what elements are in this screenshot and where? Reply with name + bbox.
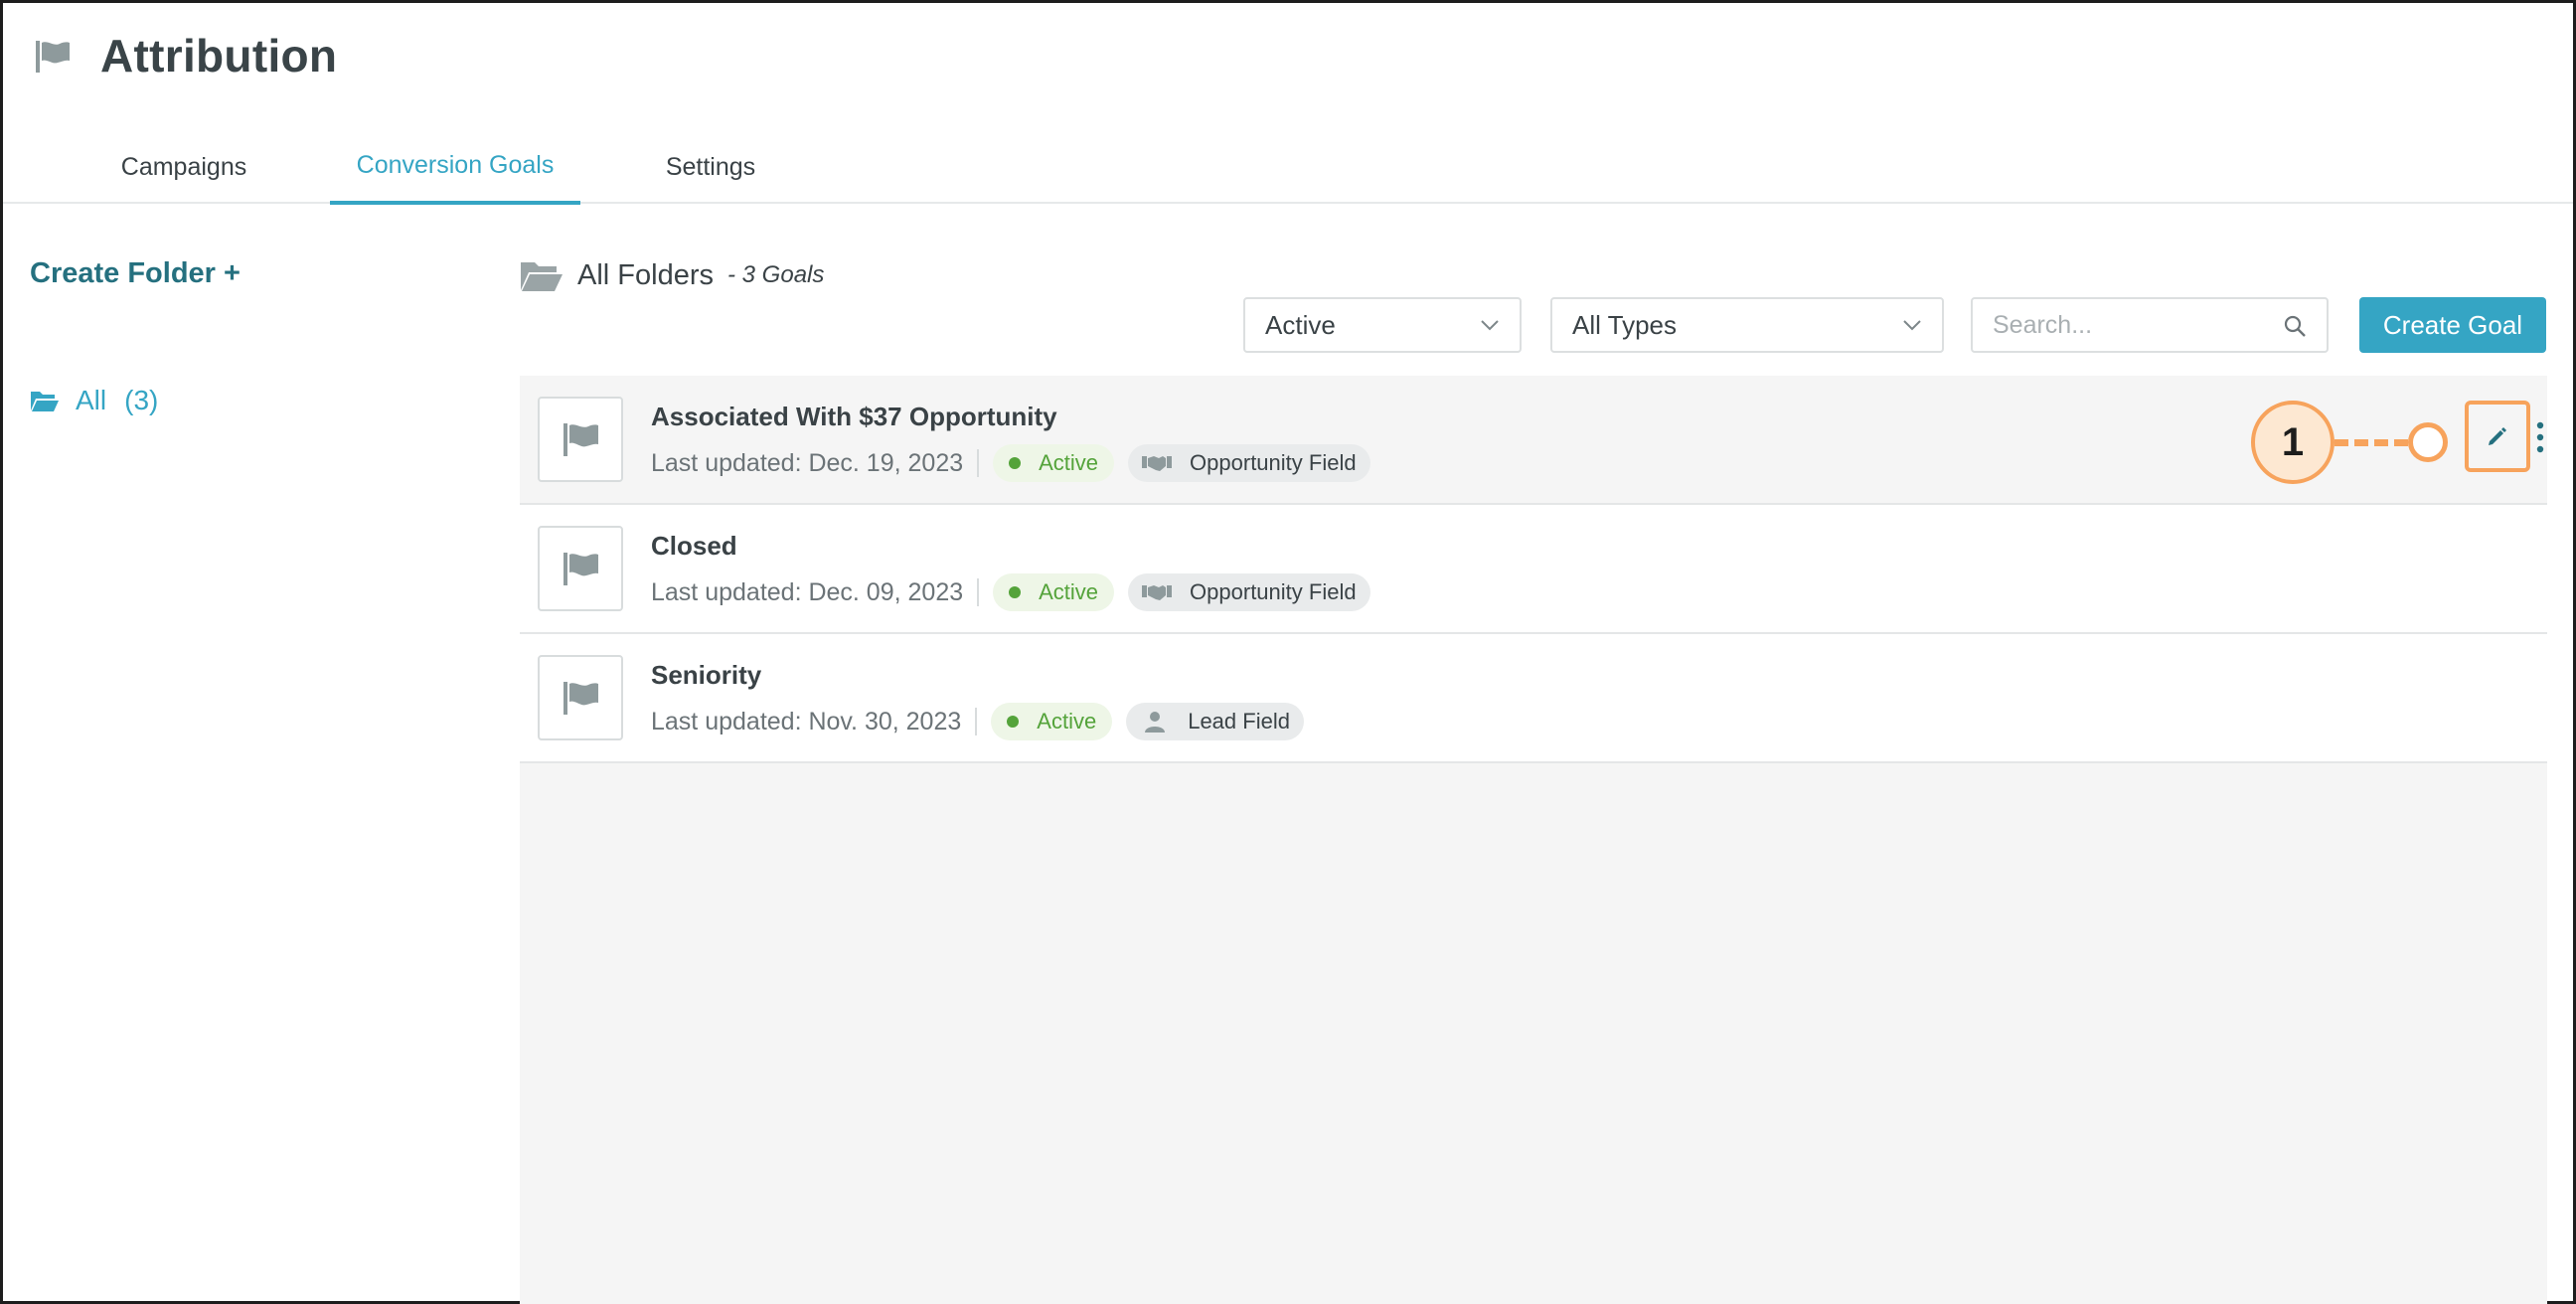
flag-icon	[564, 423, 598, 456]
status-badge: Active	[993, 444, 1115, 482]
status-badge: Active	[991, 703, 1113, 740]
callout-badge: 1	[2251, 401, 2334, 484]
page-title: Attribution	[100, 30, 338, 82]
list-item: Closed Last updated: Dec. 09, 2023 Activ…	[520, 505, 2547, 634]
goal-meta: Last updated: Nov. 30, 2023 Active Lead …	[651, 702, 1304, 741]
goal-thumbnail	[538, 655, 623, 740]
edit-button[interactable]	[2465, 401, 2530, 472]
app-frame: Attribution Campaigns Conversion Goals S…	[0, 0, 2576, 1304]
tab-bar: Campaigns Conversion Goals Settings	[3, 130, 2573, 205]
create-goal-button[interactable]: Create Goal	[2359, 297, 2546, 353]
flag-icon	[36, 41, 70, 73]
chevron-down-icon	[1481, 320, 1499, 331]
goal-thumbnail	[538, 526, 623, 611]
last-updated: Last updated: Dec. 09, 2023	[651, 578, 980, 606]
type-text: Opportunity Field	[1190, 450, 1357, 475]
sidebar-item-label: All	[76, 385, 107, 415]
goal-meta: Last updated: Dec. 19, 2023 Active Oppor…	[651, 443, 1370, 483]
search-icon[interactable]	[2283, 314, 2307, 338]
type-badge: Opportunity Field	[1128, 444, 1370, 482]
status-badge: Active	[993, 573, 1115, 611]
last-updated: Last updated: Dec. 19, 2023	[651, 449, 980, 477]
status-dot-icon	[1009, 586, 1022, 598]
folder-open-icon	[31, 392, 59, 411]
more-options-icon[interactable]	[2535, 421, 2545, 453]
goal-thumbnail	[538, 397, 623, 482]
folder-title: All Folders	[577, 258, 714, 291]
person-icon	[1145, 712, 1166, 733]
tab-settings[interactable]: Settings	[627, 130, 794, 204]
status-text: Active	[1037, 709, 1097, 734]
chevron-down-icon	[1903, 320, 1921, 331]
handshake-icon	[1142, 585, 1173, 600]
goals-count: - 3 Goals	[727, 261, 825, 288]
handshake-icon	[1142, 456, 1173, 471]
sidebar-item-all[interactable]: All (3)	[30, 383, 158, 418]
status-filter-value: Active	[1265, 309, 1336, 340]
goal-name[interactable]: Seniority	[651, 660, 761, 691]
type-text: Lead Field	[1188, 709, 1290, 734]
list-item: Seniority Last updated: Nov. 30, 2023 Ac…	[520, 634, 2547, 763]
type-badge: Opportunity Field	[1128, 573, 1370, 611]
flag-icon	[564, 682, 598, 715]
type-filter-dropdown[interactable]: All Types	[1550, 297, 1944, 353]
tab-campaigns[interactable]: Campaigns	[96, 130, 271, 204]
type-filter-value: All Types	[1572, 309, 1678, 340]
status-filter-dropdown[interactable]: Active	[1243, 297, 1522, 353]
type-text: Opportunity Field	[1190, 579, 1357, 604]
list-item: Associated With $37 Opportunity Last upd…	[520, 376, 2547, 505]
status-text: Active	[1039, 450, 1099, 475]
goals-list: Associated With $37 Opportunity Last upd…	[520, 376, 2547, 1304]
sidebar-item-count: (3)	[124, 385, 159, 415]
tab-conversion-goals[interactable]: Conversion Goals	[330, 130, 580, 205]
goal-meta: Last updated: Dec. 09, 2023 Active Oppor…	[651, 572, 1370, 612]
last-updated: Last updated: Nov. 30, 2023	[651, 708, 978, 735]
status-dot-icon	[1009, 457, 1022, 469]
content-header: All Folders - 3 Goals	[520, 255, 824, 295]
type-badge: Lead Field	[1126, 703, 1304, 740]
pencil-icon	[2489, 427, 2506, 445]
status-text: Active	[1039, 579, 1099, 604]
goal-name[interactable]: Associated With $37 Opportunity	[651, 402, 1057, 432]
callout-anchor	[2408, 422, 2448, 462]
status-dot-icon	[1007, 716, 1020, 728]
app-header: Attribution	[3, 3, 2573, 112]
flag-icon	[564, 553, 598, 585]
folder-open-icon	[521, 262, 563, 291]
search-input[interactable]	[1975, 301, 2273, 349]
goal-name[interactable]: Closed	[651, 531, 737, 562]
search-box	[1971, 297, 2329, 353]
create-folder-button[interactable]: Create Folder +	[30, 257, 241, 290]
